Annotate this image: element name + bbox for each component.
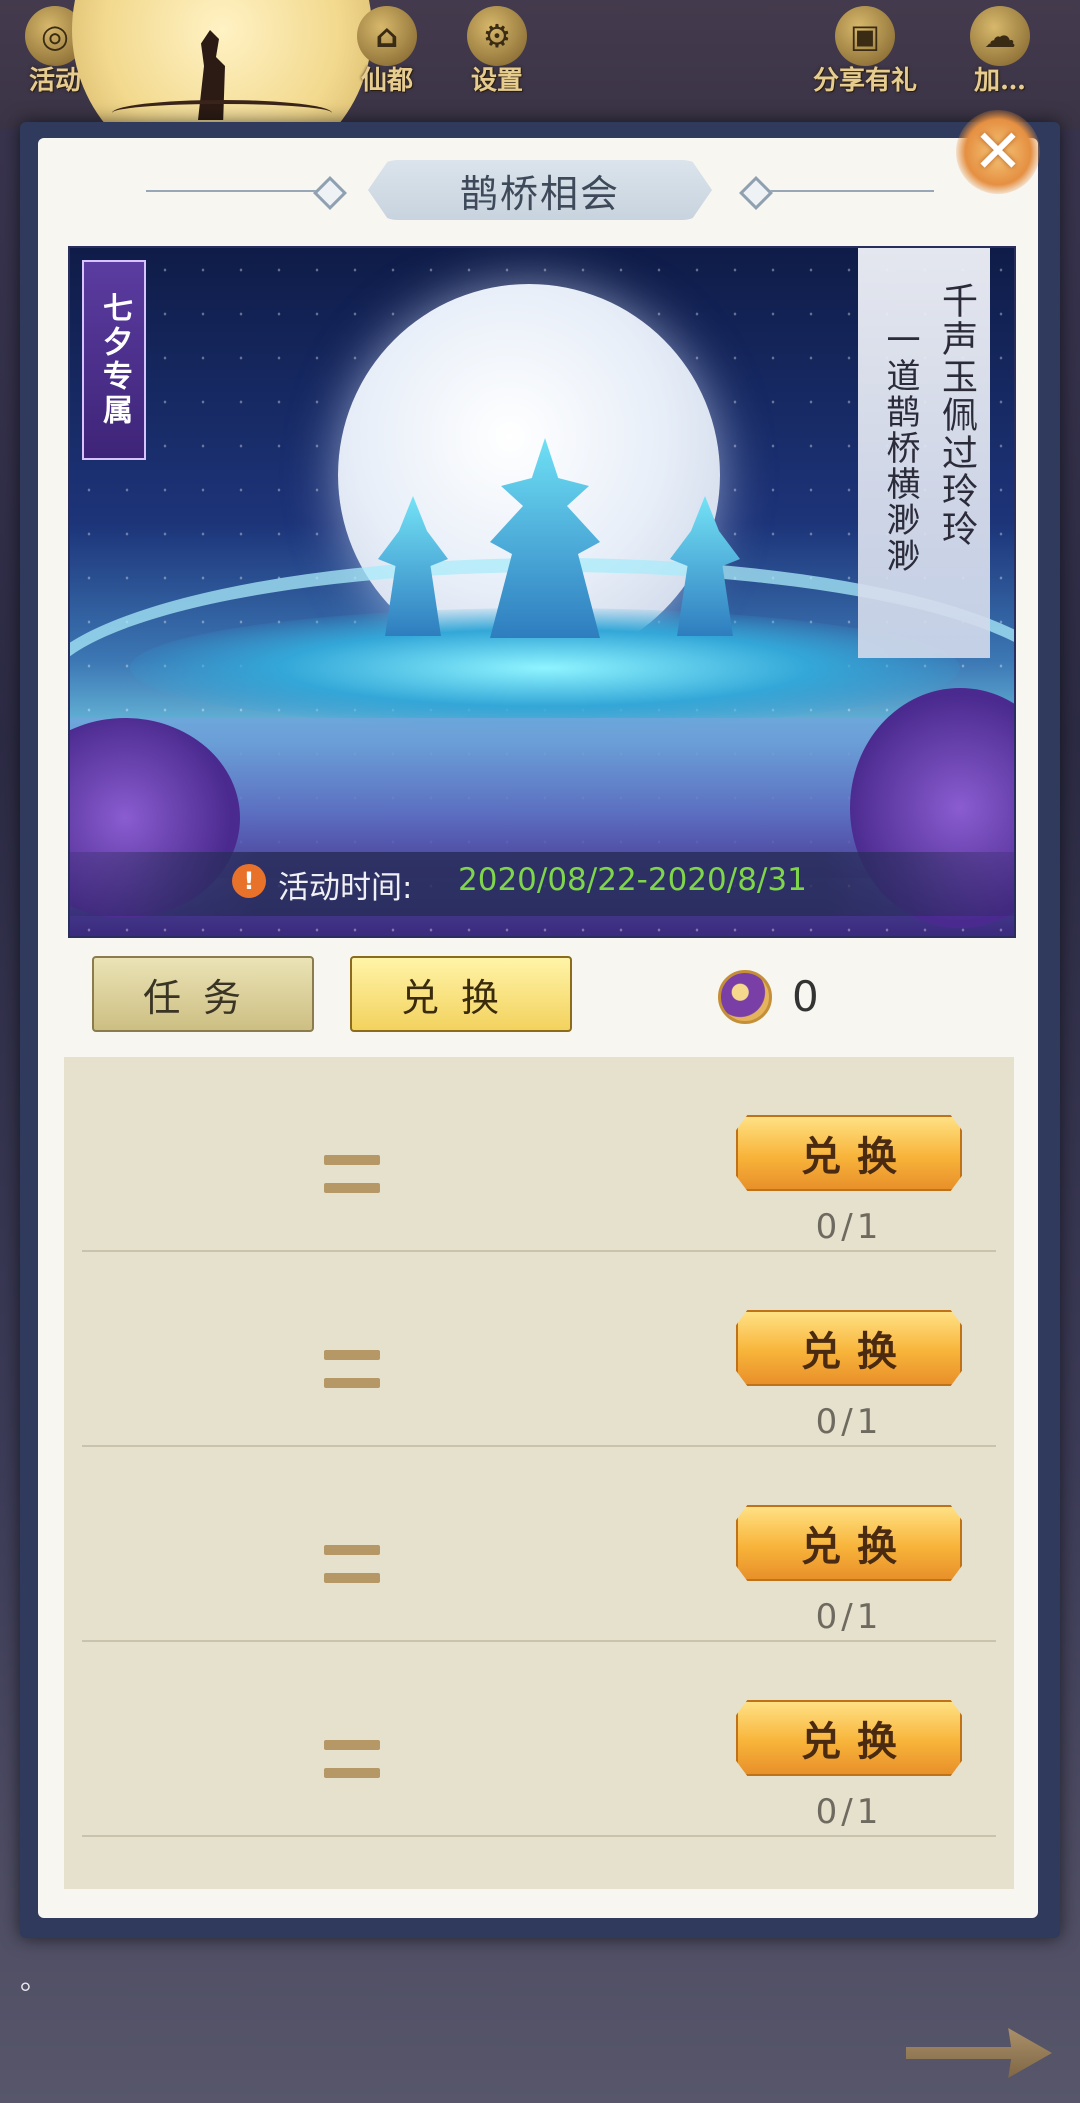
nav-settings-label: 设置 — [470, 66, 523, 96]
top-nav-bar: ◎ 活动 ⌂ 仙都 ⚙ 设置 ▣ 分享有礼 ☁ 加… — [0, 0, 1080, 180]
equals-icon — [324, 1545, 380, 1583]
qixi-badge: 七夕专属 — [82, 260, 146, 460]
nav-xiandu[interactable]: ⌂ 仙都 — [332, 0, 442, 100]
exchange-button[interactable]: 兑换 — [736, 1115, 962, 1191]
nav-share-gift[interactable]: ▣ 分享有礼 — [800, 0, 930, 100]
exchange-button[interactable]: 兑换 — [736, 1310, 962, 1386]
close-button[interactable]: ✕ — [956, 110, 1040, 194]
list-item: 兑换 0/1 — [82, 1057, 996, 1252]
palace-icon: ⌂ — [357, 6, 417, 66]
event-time-value: 2020/08/22-2020/8/31 — [458, 862, 807, 898]
exchange-progress: 0/1 — [815, 1597, 883, 1637]
info-icon: ! — [232, 864, 266, 898]
equals-icon — [324, 1350, 380, 1388]
nav-share-gift-label: 分享有礼 — [812, 66, 917, 96]
dialog-title: 鹊桥相会 — [368, 160, 712, 220]
poem-line-1: 千声玉佩过玲玲 — [936, 282, 977, 548]
nav-more[interactable]: ☁ 加… — [940, 0, 1060, 100]
gear-icon: ⚙ — [467, 6, 527, 66]
exchange-button[interactable]: 兑换 — [736, 1505, 962, 1581]
background-text: 。 — [20, 1963, 49, 1996]
event-banner: 七夕专属 千声玉佩过玲玲 一道鹊桥横渺渺 — [68, 246, 1016, 938]
currency-balance: 0 — [792, 972, 819, 1021]
poem-panel: 千声玉佩过玲玲 一道鹊桥横渺渺 — [858, 248, 990, 658]
event-time-label: 活动时间: — [278, 870, 413, 906]
equals-icon — [324, 1740, 380, 1778]
exchange-list: 兑换 0/1 兑换 0/1 兑换 0/1 兑换 0/1 — [64, 1057, 1014, 1889]
gift-icon: ▣ — [835, 6, 895, 66]
title-divider-left — [146, 190, 326, 192]
arrow-right-icon[interactable] — [906, 2028, 1052, 2078]
exchange-progress: 0/1 — [815, 1402, 883, 1442]
tab-task[interactable]: 任务 — [92, 956, 314, 1032]
list-item: 兑换 0/1 — [82, 1252, 996, 1447]
exchange-progress: 0/1 — [815, 1207, 883, 1247]
close-icon: ✕ — [972, 117, 1024, 187]
list-item: 兑换 0/1 — [82, 1642, 996, 1837]
nav-settings[interactable]: ⚙ 设置 — [442, 0, 552, 100]
exchange-button[interactable]: 兑换 — [736, 1700, 962, 1776]
nav-xiandu-label: 仙都 — [360, 66, 413, 96]
poem-line-2: 一道鹊桥横渺渺 — [880, 322, 920, 574]
tab-exchange[interactable]: 兑换 — [350, 956, 572, 1032]
list-item: 兑换 0/1 — [82, 1447, 996, 1642]
title-divider-right — [754, 190, 934, 192]
cloud-icon: ☁ — [970, 6, 1030, 66]
row-divider — [82, 1835, 996, 1837]
exchange-progress: 0/1 — [815, 1792, 883, 1832]
nav-more-label: 加… — [973, 66, 1026, 96]
magpie-coin-icon — [718, 970, 772, 1024]
equals-icon — [324, 1155, 380, 1193]
